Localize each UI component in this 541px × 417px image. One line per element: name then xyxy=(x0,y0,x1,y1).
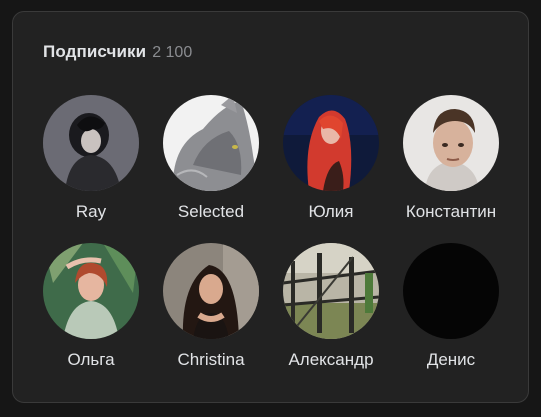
avatar-selected[interactable] xyxy=(163,95,259,191)
person-photo-icon xyxy=(163,243,259,339)
subscriber-yulia[interactable]: Юлия xyxy=(271,95,391,222)
subscriber-selected[interactable]: Selected xyxy=(151,95,271,222)
subscriber-name: Александр xyxy=(288,350,374,369)
avatar-christina[interactable] xyxy=(163,243,259,339)
subscriber-christina[interactable]: Christina xyxy=(151,243,271,370)
subscriber-name: Christina xyxy=(177,350,245,369)
subscribers-grid: Ray Selected Юлия Константин Ольга Chris… xyxy=(13,12,528,402)
avatar-ray[interactable] xyxy=(43,95,139,191)
subscriber-name: Ольга xyxy=(67,350,115,369)
subscriber-konstantin[interactable]: Константин xyxy=(391,95,511,222)
subscriber-name: Ray xyxy=(75,202,107,221)
subscribers-card: Подписчики 2 100 Ray Selected Юлия Конст… xyxy=(12,11,529,403)
landscape-photo-icon xyxy=(283,243,379,339)
avatar-yulia[interactable] xyxy=(283,95,379,191)
person-photo-icon xyxy=(283,95,379,191)
avatar-aleksandr[interactable] xyxy=(283,243,379,339)
subscriber-name: Константин xyxy=(405,202,497,221)
cat-photo-icon xyxy=(163,95,259,191)
avatar-konstantin[interactable] xyxy=(403,95,499,191)
subscriber-name: Selected xyxy=(177,202,245,221)
subscriber-name: Денис xyxy=(426,350,476,369)
empty-avatar-icon xyxy=(403,243,499,339)
person-photo-icon xyxy=(43,243,139,339)
person-photo-icon xyxy=(43,95,139,191)
person-photo-icon xyxy=(403,95,499,191)
subscriber-olga[interactable]: Ольга xyxy=(31,243,151,370)
subscriber-denis[interactable]: Денис xyxy=(391,243,511,370)
subscriber-name: Юлия xyxy=(308,202,354,221)
subscriber-aleksandr[interactable]: Александр xyxy=(271,243,391,370)
subscriber-ray[interactable]: Ray xyxy=(31,95,151,222)
avatar-denis[interactable] xyxy=(403,243,499,339)
avatar-olga[interactable] xyxy=(43,243,139,339)
